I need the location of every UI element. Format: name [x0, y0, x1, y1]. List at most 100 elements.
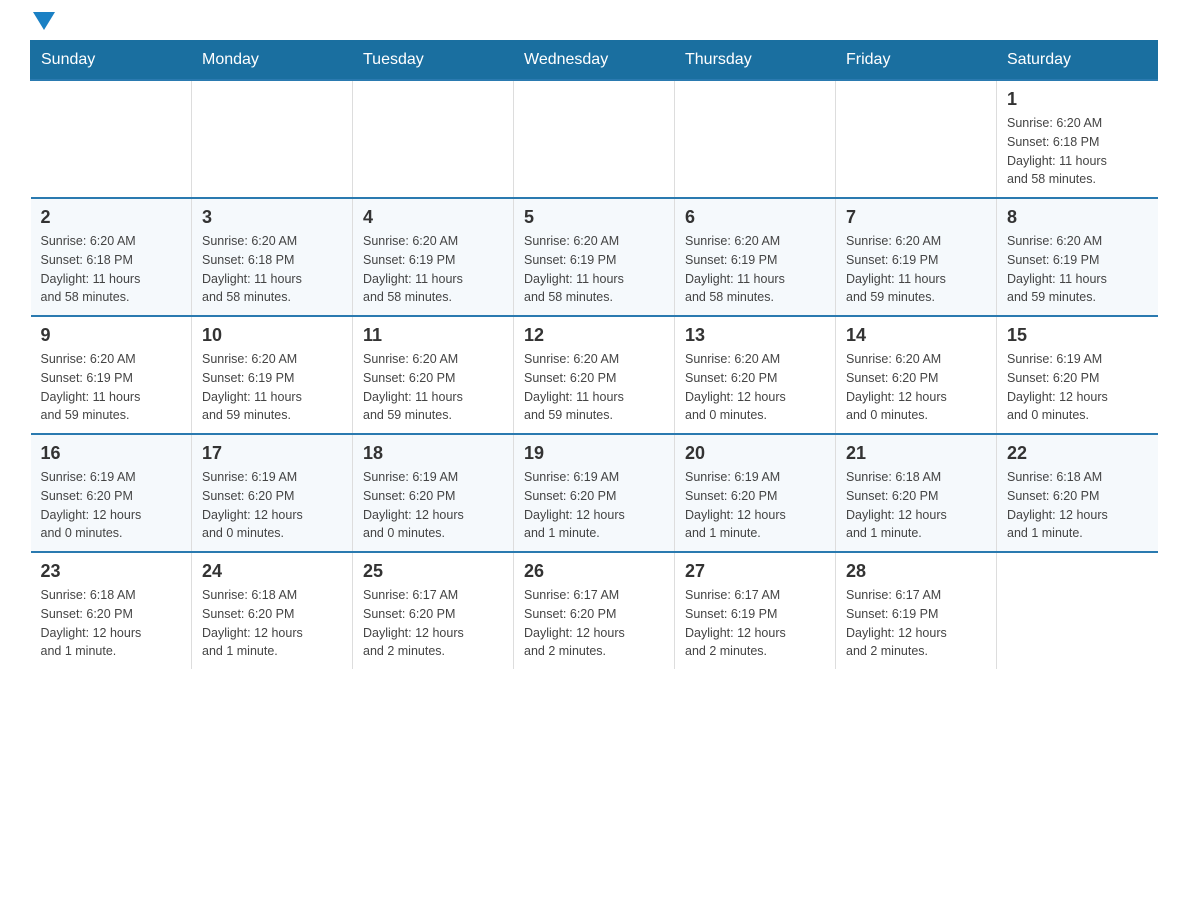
day-number: 22 [1007, 443, 1148, 464]
day-number: 8 [1007, 207, 1148, 228]
calendar-cell: 8 Sunrise: 6:20 AMSunset: 6:19 PMDaylight… [997, 198, 1158, 316]
day-info: Sunrise: 6:20 AMSunset: 6:19 PMDaylight:… [41, 350, 182, 425]
day-info: Sunrise: 6:20 AMSunset: 6:18 PMDaylight:… [202, 232, 342, 307]
day-info: Sunrise: 6:20 AMSunset: 6:20 PMDaylight:… [363, 350, 503, 425]
calendar-cell: 7 Sunrise: 6:20 AMSunset: 6:19 PMDaylight… [836, 198, 997, 316]
day-number: 13 [685, 325, 825, 346]
calendar-cell: 20 Sunrise: 6:19 AMSunset: 6:20 PMDayligh… [675, 434, 836, 552]
calendar-cell: 5 Sunrise: 6:20 AMSunset: 6:19 PMDaylight… [514, 198, 675, 316]
day-info: Sunrise: 6:19 AMSunset: 6:20 PMDaylight:… [363, 468, 503, 543]
day-number: 27 [685, 561, 825, 582]
calendar-body: 1Sunrise: 6:20 AMSunset: 6:18 PMDaylight… [31, 80, 1158, 669]
day-number: 15 [1007, 325, 1148, 346]
day-info: Sunrise: 6:19 AMSunset: 6:20 PMDaylight:… [524, 468, 664, 543]
day-info: Sunrise: 6:18 AMSunset: 6:20 PMDaylight:… [41, 586, 182, 661]
page-header [30, 20, 1158, 30]
day-number: 21 [846, 443, 986, 464]
day-number: 18 [363, 443, 503, 464]
day-number: 2 [41, 207, 182, 228]
calendar-cell: 24 Sunrise: 6:18 AMSunset: 6:20 PMDayligh… [192, 552, 353, 669]
day-number: 12 [524, 325, 664, 346]
calendar-cell: 15 Sunrise: 6:19 AMSunset: 6:20 PMDayligh… [997, 316, 1158, 434]
calendar-cell [192, 80, 353, 198]
day-number: 14 [846, 325, 986, 346]
day-number: 28 [846, 561, 986, 582]
day-number: 7 [846, 207, 986, 228]
calendar-cell: 12 Sunrise: 6:20 AMSunset: 6:20 PMDayligh… [514, 316, 675, 434]
day-info: Sunrise: 6:18 AMSunset: 6:20 PMDaylight:… [202, 586, 342, 661]
day-info: Sunrise: 6:20 AMSunset: 6:18 PMDaylight:… [1007, 114, 1148, 189]
day-number: 26 [524, 561, 664, 582]
day-info: Sunrise: 6:17 AMSunset: 6:20 PMDaylight:… [524, 586, 664, 661]
calendar-cell: 1Sunrise: 6:20 AMSunset: 6:18 PMDaylight… [997, 80, 1158, 198]
calendar-cell [31, 80, 192, 198]
day-number: 4 [363, 207, 503, 228]
day-number: 25 [363, 561, 503, 582]
day-info: Sunrise: 6:20 AMSunset: 6:18 PMDaylight:… [41, 232, 182, 307]
logo [30, 20, 55, 30]
day-info: Sunrise: 6:20 AMSunset: 6:20 PMDaylight:… [524, 350, 664, 425]
calendar-cell [836, 80, 997, 198]
calendar-week-3: 9 Sunrise: 6:20 AMSunset: 6:19 PMDaylight… [31, 316, 1158, 434]
calendar-cell: 6 Sunrise: 6:20 AMSunset: 6:19 PMDaylight… [675, 198, 836, 316]
day-number: 19 [524, 443, 664, 464]
day-number: 9 [41, 325, 182, 346]
calendar-cell [675, 80, 836, 198]
calendar-cell: 19 Sunrise: 6:19 AMSunset: 6:20 PMDayligh… [514, 434, 675, 552]
day-info: Sunrise: 6:17 AMSunset: 6:20 PMDaylight:… [363, 586, 503, 661]
day-info: Sunrise: 6:20 AMSunset: 6:19 PMDaylight:… [685, 232, 825, 307]
day-info: Sunrise: 6:20 AMSunset: 6:19 PMDaylight:… [524, 232, 664, 307]
day-info: Sunrise: 6:19 AMSunset: 6:20 PMDaylight:… [1007, 350, 1148, 425]
day-number: 16 [41, 443, 182, 464]
day-info: Sunrise: 6:18 AMSunset: 6:20 PMDaylight:… [846, 468, 986, 543]
calendar-cell: 22 Sunrise: 6:18 AMSunset: 6:20 PMDayligh… [997, 434, 1158, 552]
calendar-cell: 10 Sunrise: 6:20 AMSunset: 6:19 PMDayligh… [192, 316, 353, 434]
weekday-header-monday: Monday [192, 41, 353, 81]
day-info: Sunrise: 6:18 AMSunset: 6:20 PMDaylight:… [1007, 468, 1148, 543]
day-info: Sunrise: 6:20 AMSunset: 6:20 PMDaylight:… [846, 350, 986, 425]
calendar-cell: 18 Sunrise: 6:19 AMSunset: 6:20 PMDayligh… [353, 434, 514, 552]
calendar-cell: 2 Sunrise: 6:20 AMSunset: 6:18 PMDaylight… [31, 198, 192, 316]
calendar-header: SundayMondayTuesdayWednesdayThursdayFrid… [31, 41, 1158, 81]
calendar-cell [353, 80, 514, 198]
day-number: 6 [685, 207, 825, 228]
calendar-week-1: 1Sunrise: 6:20 AMSunset: 6:18 PMDaylight… [31, 80, 1158, 198]
weekday-header-wednesday: Wednesday [514, 41, 675, 81]
calendar-cell: 3 Sunrise: 6:20 AMSunset: 6:18 PMDaylight… [192, 198, 353, 316]
day-number: 10 [202, 325, 342, 346]
weekday-header-sunday: Sunday [31, 41, 192, 81]
day-number: 11 [363, 325, 503, 346]
calendar-week-5: 23Sunrise: 6:18 AMSunset: 6:20 PMDayligh… [31, 552, 1158, 669]
day-number: 5 [524, 207, 664, 228]
day-info: Sunrise: 6:20 AMSunset: 6:19 PMDaylight:… [1007, 232, 1148, 307]
calendar-cell: 27Sunrise: 6:17 AMSunset: 6:19 PMDayligh… [675, 552, 836, 669]
weekday-header-thursday: Thursday [675, 41, 836, 81]
day-info: Sunrise: 6:20 AMSunset: 6:19 PMDaylight:… [846, 232, 986, 307]
day-number: 17 [202, 443, 342, 464]
calendar-cell: 14 Sunrise: 6:20 AMSunset: 6:20 PMDayligh… [836, 316, 997, 434]
calendar-cell: 13Sunrise: 6:20 AMSunset: 6:20 PMDayligh… [675, 316, 836, 434]
weekday-header-row: SundayMondayTuesdayWednesdayThursdayFrid… [31, 41, 1158, 81]
day-info: Sunrise: 6:19 AMSunset: 6:20 PMDaylight:… [41, 468, 182, 543]
calendar-cell [514, 80, 675, 198]
day-info: Sunrise: 6:17 AMSunset: 6:19 PMDaylight:… [846, 586, 986, 661]
logo-arrow-icon [33, 12, 55, 30]
calendar-cell: 9 Sunrise: 6:20 AMSunset: 6:19 PMDaylight… [31, 316, 192, 434]
calendar-cell: 26 Sunrise: 6:17 AMSunset: 6:20 PMDayligh… [514, 552, 675, 669]
weekday-header-tuesday: Tuesday [353, 41, 514, 81]
day-info: Sunrise: 6:19 AMSunset: 6:20 PMDaylight:… [202, 468, 342, 543]
weekday-header-friday: Friday [836, 41, 997, 81]
calendar-week-4: 16 Sunrise: 6:19 AMSunset: 6:20 PMDayligh… [31, 434, 1158, 552]
day-number: 20 [685, 443, 825, 464]
day-number: 3 [202, 207, 342, 228]
day-info: Sunrise: 6:19 AMSunset: 6:20 PMDaylight:… [685, 468, 825, 543]
day-info: Sunrise: 6:20 AMSunset: 6:19 PMDaylight:… [202, 350, 342, 425]
day-info: Sunrise: 6:20 AMSunset: 6:19 PMDaylight:… [363, 232, 503, 307]
day-number: 24 [202, 561, 342, 582]
calendar-week-2: 2 Sunrise: 6:20 AMSunset: 6:18 PMDaylight… [31, 198, 1158, 316]
weekday-header-saturday: Saturday [997, 41, 1158, 81]
calendar-cell: 17 Sunrise: 6:19 AMSunset: 6:20 PMDayligh… [192, 434, 353, 552]
calendar-cell [997, 552, 1158, 669]
calendar-cell: 16 Sunrise: 6:19 AMSunset: 6:20 PMDayligh… [31, 434, 192, 552]
calendar-cell: 28 Sunrise: 6:17 AMSunset: 6:19 PMDayligh… [836, 552, 997, 669]
